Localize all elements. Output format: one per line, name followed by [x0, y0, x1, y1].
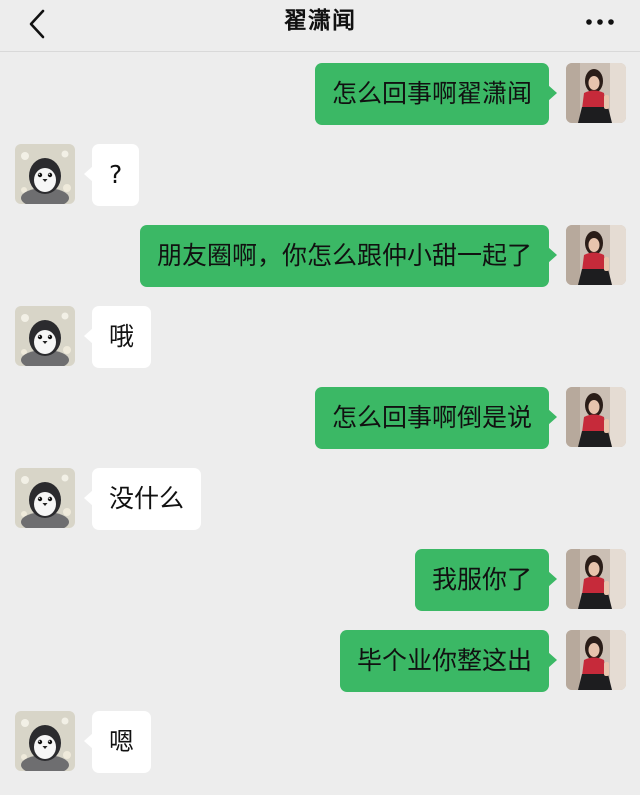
bubble-tail [548, 652, 557, 668]
message-bubble[interactable]: 朋友圈啊，你怎么跟仲小甜一起了 [139, 225, 549, 287]
message-bubble[interactable]: 哦 [92, 306, 152, 368]
self-avatar[interactable] [566, 549, 626, 609]
message-outgoing: 怎么回事啊翟潇闻 [0, 63, 640, 125]
message-bubble[interactable]: 嗯 [92, 711, 152, 773]
self-avatar[interactable] [566, 387, 626, 447]
message-bubble[interactable]: ? [92, 144, 140, 206]
more-dots-icon [586, 19, 614, 25]
message-bubble[interactable]: 怎么回事啊倒是说 [314, 387, 549, 449]
bubble-tail [548, 85, 557, 101]
penguin-avatar[interactable] [15, 306, 75, 366]
bubble-tail [548, 247, 557, 263]
message-bubble[interactable]: 怎么回事啊翟潇闻 [314, 63, 549, 125]
penguin-avatar[interactable] [15, 144, 75, 204]
chat-title: 翟潇闻 [284, 8, 356, 34]
self-avatar[interactable] [566, 225, 626, 285]
penguin-avatar[interactable] [15, 468, 75, 528]
bubble-tail [548, 409, 557, 425]
self-avatar[interactable] [566, 630, 626, 690]
more-button[interactable] [582, 8, 618, 36]
chat-header: 翟潇闻 [0, 0, 640, 52]
message-outgoing: 我服你了 [0, 549, 640, 611]
message-incoming: 嗯 [0, 711, 640, 773]
bubble-tail [548, 571, 557, 587]
message-outgoing: 怎么回事啊倒是说 [0, 387, 640, 449]
message-bubble[interactable]: 我服你了 [414, 549, 549, 611]
message-incoming: 没什么 [0, 468, 640, 530]
penguin-avatar[interactable] [15, 711, 75, 771]
message-bubble[interactable]: 没什么 [92, 468, 202, 530]
message-incoming: 哦 [0, 306, 640, 368]
message-bubble[interactable]: 毕个业你整这出 [339, 630, 549, 692]
self-avatar[interactable] [566, 63, 626, 123]
message-outgoing: 毕个业你整这出 [0, 630, 640, 692]
message-outgoing: 朋友圈啊，你怎么跟仲小甜一起了 [0, 225, 640, 287]
message-incoming: ? [0, 144, 640, 206]
